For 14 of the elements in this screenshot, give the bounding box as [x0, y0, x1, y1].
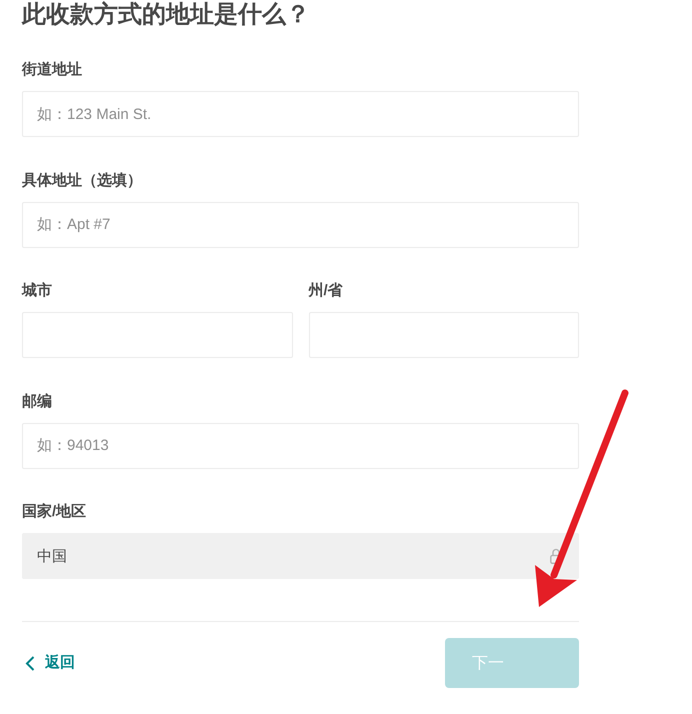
input-field[interactable]: 中国	[22, 533, 579, 579]
back-link[interactable]: 返回	[22, 653, 75, 673]
chevron-left-icon	[25, 656, 35, 670]
input-field[interactable]: 如：Apt #7	[22, 202, 579, 248]
page-title: 此收款方式的地址是什么？	[22, 0, 310, 29]
field-label: 城市	[22, 281, 52, 301]
field-label: 街道地址	[22, 60, 82, 80]
field-label: 州/省	[308, 281, 343, 301]
field-label: 具体地址（选填）	[22, 170, 142, 190]
input-field[interactable]: 如：123 Main St.	[22, 91, 579, 137]
field-label: 邮编	[22, 392, 52, 412]
lock-icon	[550, 548, 562, 564]
input-field[interactable]: 如：94013	[22, 422, 579, 468]
field-label: 国家/地区	[22, 502, 86, 522]
